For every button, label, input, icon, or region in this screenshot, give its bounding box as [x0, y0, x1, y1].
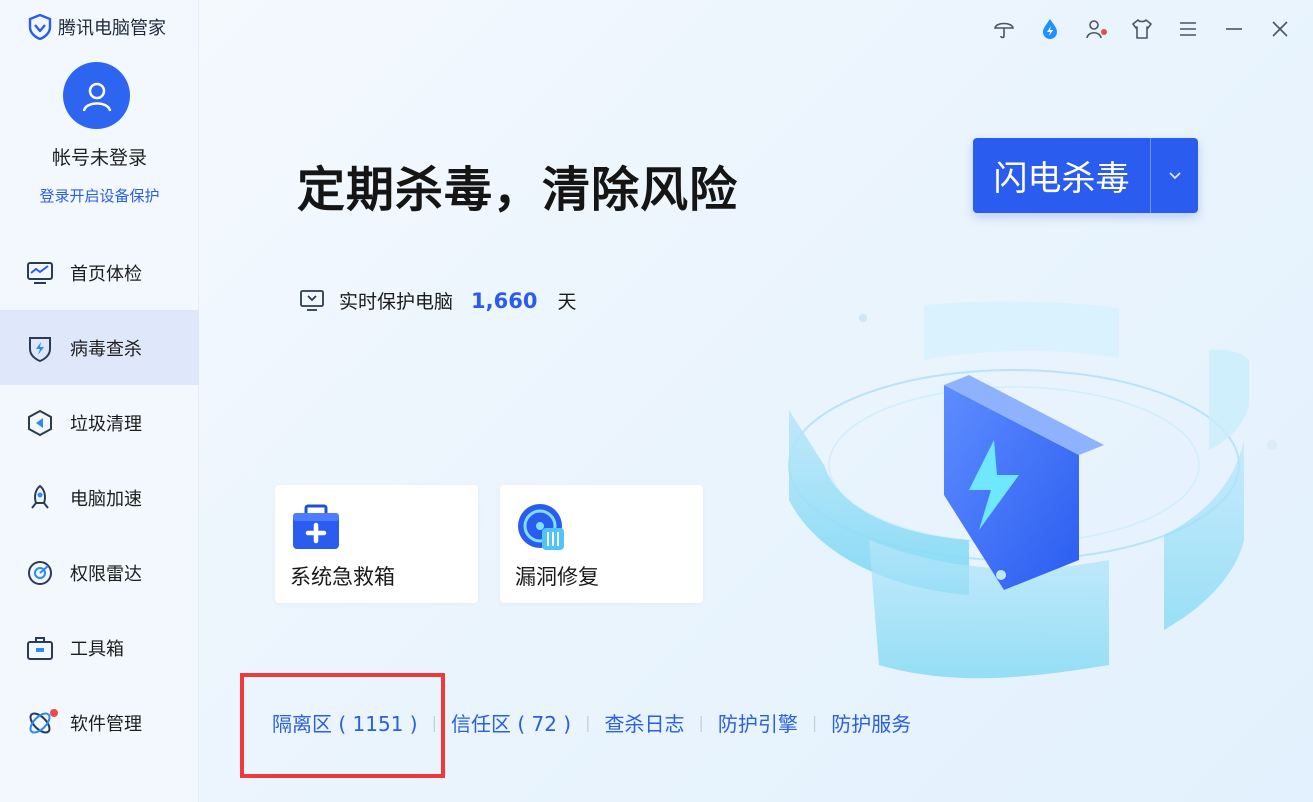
divider: | — [585, 713, 591, 732]
broom-icon — [26, 409, 54, 437]
app-name: 腾讯电脑管家 — [58, 18, 166, 39]
sidebar-item-label: 权限雷达 — [70, 563, 142, 585]
monitor-icon — [300, 289, 324, 311]
protection-service-link[interactable]: 防护服务 — [831, 708, 911, 737]
protection-label: 实时保护电脑 — [339, 291, 454, 313]
skin-shirt-icon[interactable] — [1129, 16, 1155, 42]
sidebar-item-label: 电脑加速 — [70, 488, 142, 510]
scan-options-dropdown[interactable] — [1151, 138, 1198, 213]
radar-icon — [26, 559, 54, 587]
vulnerability-fix-icon — [518, 504, 564, 550]
vulnerability-fix-card[interactable]: 漏洞修复 — [500, 485, 703, 603]
avatar[interactable] — [63, 62, 130, 129]
trust-zone-link[interactable]: 信任区 ( 72 ) — [451, 708, 571, 737]
notification-badge — [1101, 29, 1107, 35]
monitor-pulse-icon — [26, 259, 54, 287]
protection-days: 1,660 — [471, 288, 538, 313]
scan-log-link[interactable]: 查杀日志 — [605, 708, 685, 737]
menu-icon[interactable] — [1175, 16, 1201, 42]
minimize-icon[interactable] — [1221, 16, 1247, 42]
sidebar-item-permission-radar[interactable]: 权限雷达 — [0, 535, 199, 610]
first-aid-kit-icon — [293, 504, 339, 549]
umbrella-icon[interactable] — [991, 16, 1017, 42]
shield-ring-illustration — [788, 301, 1277, 679]
title-bar-controls — [991, 12, 1293, 46]
system-rescue-card[interactable]: 系统急救箱 — [275, 485, 478, 603]
brand: 腾讯电脑管家 — [28, 12, 166, 42]
close-icon[interactable] — [1267, 16, 1293, 42]
user-icon — [82, 82, 111, 111]
shield-bolt-icon — [26, 334, 54, 362]
protection-status: 实时保护电脑 1,660 天 — [299, 287, 576, 314]
quick-scan-button-group: 闪电杀毒 — [973, 138, 1198, 213]
main-panel: 定期杀毒，清除风险 闪电杀毒 实时保护电脑 1,660 天 系统急救箱 漏洞修复 — [199, 0, 1313, 802]
chevron-down-icon — [1168, 171, 1181, 179]
protection-engine-link[interactable]: 防护引擎 — [718, 708, 798, 737]
sidebar-item-label: 软件管理 — [70, 713, 142, 735]
sidebar-item-junk-clean[interactable]: 垃圾清理 — [0, 385, 199, 460]
tencent-pc-manager-logo-icon — [28, 14, 52, 40]
sidebar-item-software-manage[interactable]: 软件管理 — [0, 685, 199, 760]
sidebar-item-label: 工具箱 — [70, 638, 124, 660]
notification-badge — [50, 709, 58, 717]
sidebar-item-label: 垃圾清理 — [70, 413, 142, 435]
divider: | — [698, 713, 704, 732]
quick-scan-button[interactable]: 闪电杀毒 — [973, 138, 1151, 213]
page-title: 定期杀毒，清除风险 — [297, 162, 739, 218]
card-label: 系统急救箱 — [290, 565, 395, 589]
login-link[interactable]: 登录开启设备保护 — [0, 185, 199, 206]
droplet-bolt-icon[interactable] — [1037, 16, 1063, 42]
sidebar-item-virus-scan[interactable]: 病毒查杀 — [0, 310, 199, 385]
sidebar-item-label: 首页体检 — [70, 263, 142, 285]
sidebar-item-home-checkup[interactable]: 首页体检 — [0, 235, 199, 310]
protection-days-unit: 天 — [557, 291, 577, 313]
toolbox-icon — [26, 634, 54, 662]
sidebar-nav: 首页体检 病毒查杀 垃圾清理 电脑加速 权限雷达 工具箱 软件管理 — [0, 235, 199, 760]
card-label: 漏洞修复 — [515, 565, 599, 589]
divider: | — [811, 713, 818, 732]
account-name: 帐号未登录 — [51, 147, 147, 169]
sidebar: 腾讯电脑管家 帐号未登录 登录开启设备保护 首页体检 病毒查杀 垃圾清理 电脑加… — [0, 0, 199, 802]
sidebar-item-toolbox[interactable]: 工具箱 — [0, 610, 199, 685]
sidebar-item-speedup[interactable]: 电脑加速 — [0, 460, 199, 535]
sidebar-item-label: 病毒查杀 — [70, 338, 142, 360]
rocket-icon — [26, 484, 54, 512]
user-settings-icon[interactable] — [1083, 16, 1109, 42]
highlight-box — [240, 673, 445, 778]
